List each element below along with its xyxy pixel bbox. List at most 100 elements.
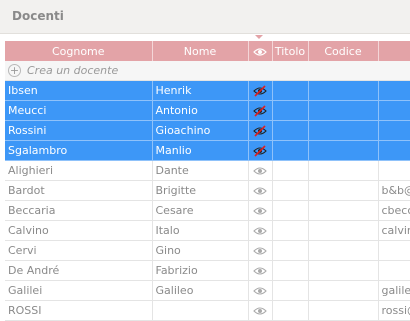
create-teacher-cell[interactable]: + Crea un docente — [5, 61, 410, 81]
cell-title[interactable] — [272, 140, 309, 161]
cell-extra[interactable]: rossi@ — [378, 300, 410, 321]
create-teacher-label: Crea un docente — [27, 64, 119, 77]
table-row[interactable]: Alighieri Dante — [5, 160, 410, 181]
cell-name[interactable]: Cesare — [152, 200, 249, 221]
cell-code[interactable] — [308, 180, 379, 201]
cell-visibility[interactable] — [248, 120, 273, 141]
cell-title[interactable] — [272, 160, 309, 181]
cell-visibility[interactable] — [248, 200, 273, 221]
cell-title[interactable] — [272, 200, 309, 221]
cell-name[interactable]: Manlio — [152, 140, 249, 161]
cell-code[interactable] — [308, 240, 379, 261]
column-header-name[interactable]: Nome — [152, 41, 249, 61]
eye-icon — [253, 47, 267, 56]
table-row[interactable]: De André Fabrizio — [5, 260, 410, 281]
cell-surname[interactable]: Calvino — [5, 220, 153, 241]
cell-name[interactable]: Gioachino — [152, 120, 249, 141]
cell-surname[interactable]: Meucci — [5, 100, 153, 121]
cell-title[interactable] — [272, 180, 309, 201]
cell-extra[interactable] — [378, 240, 410, 261]
table-row[interactable]: Rossini Gioachino — [5, 120, 410, 141]
cell-visibility[interactable] — [248, 300, 273, 321]
cell-code[interactable] — [308, 120, 379, 141]
cell-visibility[interactable] — [248, 80, 273, 101]
cell-extra[interactable] — [378, 260, 410, 281]
table-row[interactable]: BeccariaCesare cbecc — [5, 200, 410, 221]
cell-name[interactable]: Antonio — [152, 100, 249, 121]
cell-surname[interactable]: Cervi — [5, 240, 153, 261]
table-row[interactable]: GalileiGalileo galilei — [5, 280, 410, 301]
cell-visibility[interactable] — [248, 260, 273, 281]
table-header-row: Cognome Nome Titolo Codice — [5, 41, 410, 61]
panel-title: Docenti — [12, 9, 64, 23]
cell-extra[interactable] — [378, 80, 410, 101]
cell-title[interactable] — [272, 80, 309, 101]
eye-icon — [253, 167, 267, 175]
cell-surname[interactable]: Bardot — [5, 180, 153, 201]
table-row[interactable]: ROSSI rossi@ — [5, 300, 410, 321]
cell-code[interactable] — [308, 140, 379, 161]
sort-indicator-icon — [255, 35, 263, 39]
cell-name[interactable]: Galileo — [152, 280, 249, 301]
cell-extra[interactable] — [378, 100, 410, 121]
cell-visibility[interactable] — [248, 180, 273, 201]
cell-name[interactable]: Fabrizio — [152, 260, 249, 281]
cell-surname[interactable]: ROSSI — [5, 300, 153, 321]
cell-surname[interactable]: Beccaria — [5, 200, 153, 221]
cell-extra[interactable] — [378, 140, 410, 161]
cell-title[interactable] — [272, 260, 309, 281]
cell-code[interactable] — [308, 280, 379, 301]
cell-code[interactable] — [308, 80, 379, 101]
cell-code[interactable] — [308, 220, 379, 241]
cell-surname[interactable]: De André — [5, 260, 153, 281]
cell-name[interactable]: Dante — [152, 160, 249, 181]
cell-name[interactable]: Brigitte — [152, 180, 249, 201]
cell-title[interactable] — [272, 240, 309, 261]
cell-title[interactable] — [272, 300, 309, 321]
table-row[interactable]: Meucci Antonio — [5, 100, 410, 121]
cell-extra[interactable]: b&b@ — [378, 180, 410, 201]
cell-name[interactable]: Henrik — [152, 80, 249, 101]
cell-surname[interactable]: Rossini — [5, 120, 153, 141]
column-header-visibility[interactable] — [248, 41, 273, 61]
table-row[interactable]: BardotBrigitte b&b@ — [5, 180, 410, 201]
cell-surname[interactable]: Galilei — [5, 280, 153, 301]
table-row[interactable]: CalvinoItalo calvin — [5, 220, 410, 241]
column-header-title[interactable]: Titolo — [272, 41, 309, 61]
cell-code[interactable] — [308, 200, 379, 221]
cell-code[interactable] — [308, 100, 379, 121]
cell-title[interactable] — [272, 100, 309, 121]
create-teacher-row[interactable]: + Crea un docente — [5, 61, 410, 81]
cell-title[interactable] — [272, 120, 309, 141]
cell-visibility[interactable] — [248, 240, 273, 261]
cell-extra[interactable]: cbecc — [378, 200, 410, 221]
cell-code[interactable] — [308, 160, 379, 181]
cell-code[interactable] — [308, 260, 379, 281]
table-row[interactable]: Ibsen Henrik — [5, 80, 410, 101]
cell-visibility[interactable] — [248, 160, 273, 181]
cell-extra[interactable] — [378, 120, 410, 141]
cell-surname[interactable]: Alighieri — [5, 160, 153, 181]
column-header-extra[interactable] — [378, 41, 410, 61]
cell-extra[interactable]: calvin — [378, 220, 410, 241]
table-row[interactable]: Cervi Gino — [5, 240, 410, 261]
cell-surname[interactable]: Ibsen — [5, 80, 153, 101]
cell-name[interactable]: Italo — [152, 220, 249, 241]
cell-visibility[interactable] — [248, 140, 273, 161]
cell-extra[interactable]: galilei — [378, 280, 410, 301]
cell-title[interactable] — [272, 280, 309, 301]
cell-surname[interactable]: Sgalambro — [5, 140, 153, 161]
column-header-surname[interactable]: Cognome — [5, 41, 153, 61]
teachers-table: Cognome Nome Titolo Codice + Crea un doce… — [5, 41, 410, 321]
cell-visibility[interactable] — [248, 100, 273, 121]
cell-name[interactable] — [152, 300, 249, 321]
cell-extra[interactable] — [378, 160, 410, 181]
column-header-code[interactable]: Codice — [308, 41, 379, 61]
cell-name[interactable]: Gino — [152, 240, 249, 261]
cell-visibility[interactable] — [248, 280, 273, 301]
cell-title[interactable] — [272, 220, 309, 241]
table-row[interactable]: Sgalambro Manlio — [5, 140, 410, 161]
eye-icon — [253, 207, 267, 215]
cell-code[interactable] — [308, 300, 379, 321]
cell-visibility[interactable] — [248, 220, 273, 241]
